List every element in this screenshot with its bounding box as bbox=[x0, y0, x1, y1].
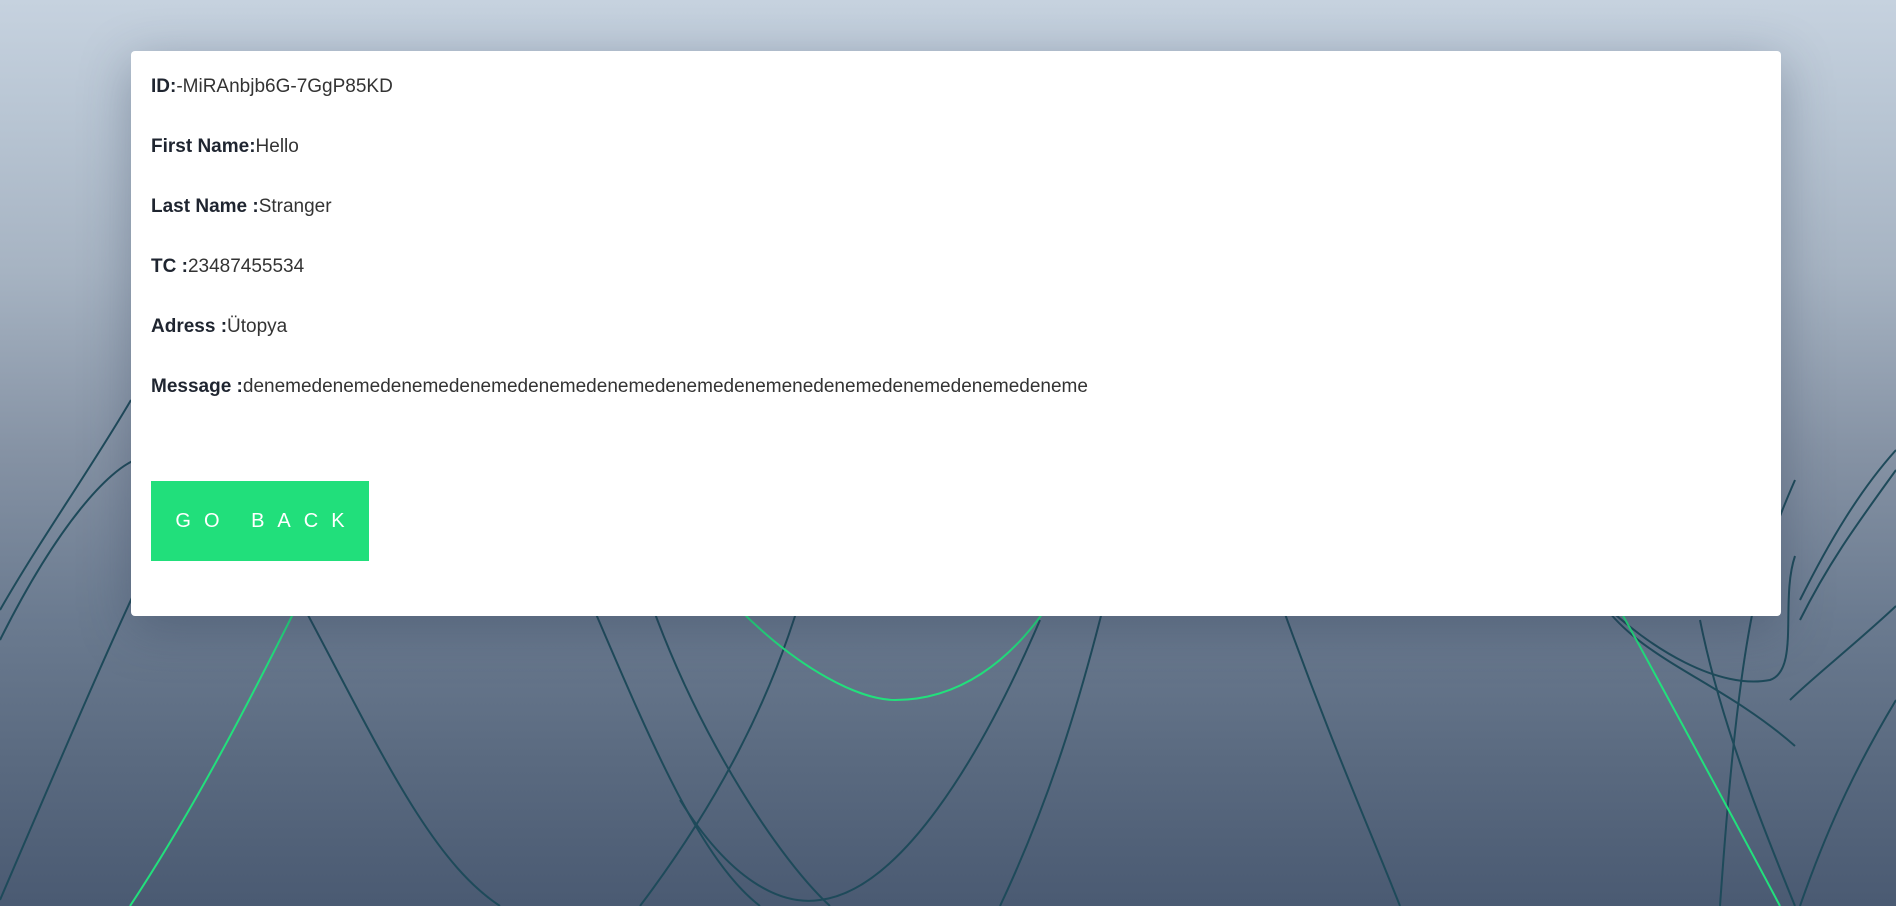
go-back-button[interactable]: GO BACK bbox=[151, 481, 369, 561]
message-row: Message :denemedenemedenemedenemedenemed… bbox=[151, 373, 1761, 401]
first-name-label: First Name: bbox=[151, 136, 256, 157]
id-row: ID:-MiRAnbjb6G-7GgP85KD bbox=[151, 73, 1761, 101]
last-name-value: Stranger bbox=[258, 196, 332, 217]
record-details-card: ID:-MiRAnbjb6G-7GgP85KD First Name:Hello… bbox=[131, 51, 1781, 616]
message-label: Message : bbox=[151, 376, 243, 397]
tc-value: 23487455534 bbox=[187, 256, 305, 277]
first-name-value: Hello bbox=[255, 136, 299, 157]
address-value: Ütopya bbox=[227, 316, 288, 337]
message-value: denemedenemedenemedenemedenemedenemedene… bbox=[242, 376, 1088, 397]
id-value: -MiRAnbjb6G-7GgP85KD bbox=[176, 76, 393, 97]
last-name-row: Last Name :Stranger bbox=[151, 193, 1761, 221]
address-row: Adress :Ütopya bbox=[151, 313, 1761, 341]
id-label: ID: bbox=[151, 76, 177, 97]
address-label: Adress : bbox=[151, 316, 228, 337]
tc-row: TC :23487455534 bbox=[151, 253, 1761, 281]
tc-label: TC : bbox=[151, 256, 188, 277]
first-name-row: First Name:Hello bbox=[151, 133, 1761, 161]
last-name-label: Last Name : bbox=[151, 196, 259, 217]
